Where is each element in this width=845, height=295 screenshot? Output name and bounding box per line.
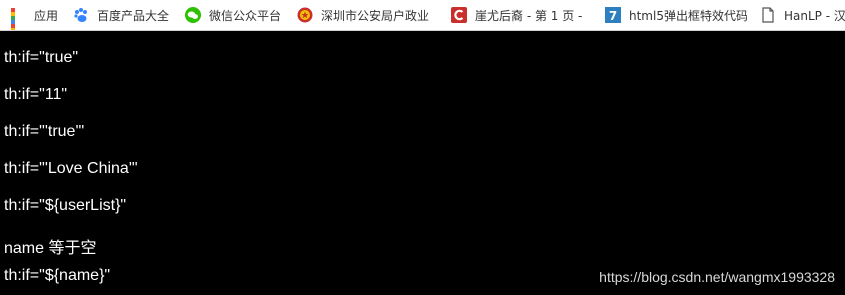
bookmark-apps[interactable]: 应用 xyxy=(10,0,58,30)
apps-grid-icon xyxy=(10,7,26,30)
csdn-icon xyxy=(451,7,467,23)
text-line: th:if="11" xyxy=(4,86,68,103)
bookmark-label: html5弹出框特效代码 xyxy=(629,8,747,23)
svg-text:7: 7 xyxy=(609,9,617,23)
bookmark-html5[interactable]: 7 html5弹出框特效代码 xyxy=(605,0,747,30)
text-line: name 等于空 xyxy=(4,240,97,257)
document-icon xyxy=(760,7,776,23)
bookmark-police[interactable]: 深圳市公安局户政业 xyxy=(297,0,439,30)
text-line: th:if="true" xyxy=(4,49,79,66)
text-line: th:if="${name}" xyxy=(4,267,111,284)
bookmark-baidu-products[interactable]: 百度产品大全 xyxy=(73,0,169,30)
bookmark-label: 崖尤后裔 - 第 1 页 - xyxy=(475,8,583,23)
watermark: https://blog.csdn.net/wangmx1993328 xyxy=(599,269,835,285)
bookmark-wechat[interactable]: 微信公众平台 xyxy=(185,0,281,30)
text-line: th:if="'true'" xyxy=(4,123,85,140)
html5-icon: 7 xyxy=(605,7,621,23)
bookmark-label: 应用 xyxy=(34,8,59,23)
bookmark-label: 微信公众平台 xyxy=(209,8,282,23)
bookmark-hanlp[interactable]: HanLP - 汉 xyxy=(760,0,845,30)
baidu-paw-icon xyxy=(73,7,89,23)
page-content: th:if="true" th:if="11" th:if="'true'" t… xyxy=(4,31,845,295)
text-line: th:if="${userList}" xyxy=(4,197,127,214)
bookmark-label: 百度产品大全 xyxy=(97,8,170,23)
police-badge-icon xyxy=(297,7,313,23)
bookmark-csdn[interactable]: 崖尤后裔 - 第 1 页 - xyxy=(451,0,593,30)
bookmarks-bar: 应用 百度产品大全 微信公众平台 深圳市公安局户政业 崖尤后裔 - 第 1 页 … xyxy=(0,0,845,31)
bookmark-label: 深圳市公安局户政业 xyxy=(321,8,430,23)
wechat-icon xyxy=(185,7,201,23)
bookmark-label: HanLP - 汉 xyxy=(784,8,845,23)
text-line: th:if="'Love China'" xyxy=(4,160,138,177)
